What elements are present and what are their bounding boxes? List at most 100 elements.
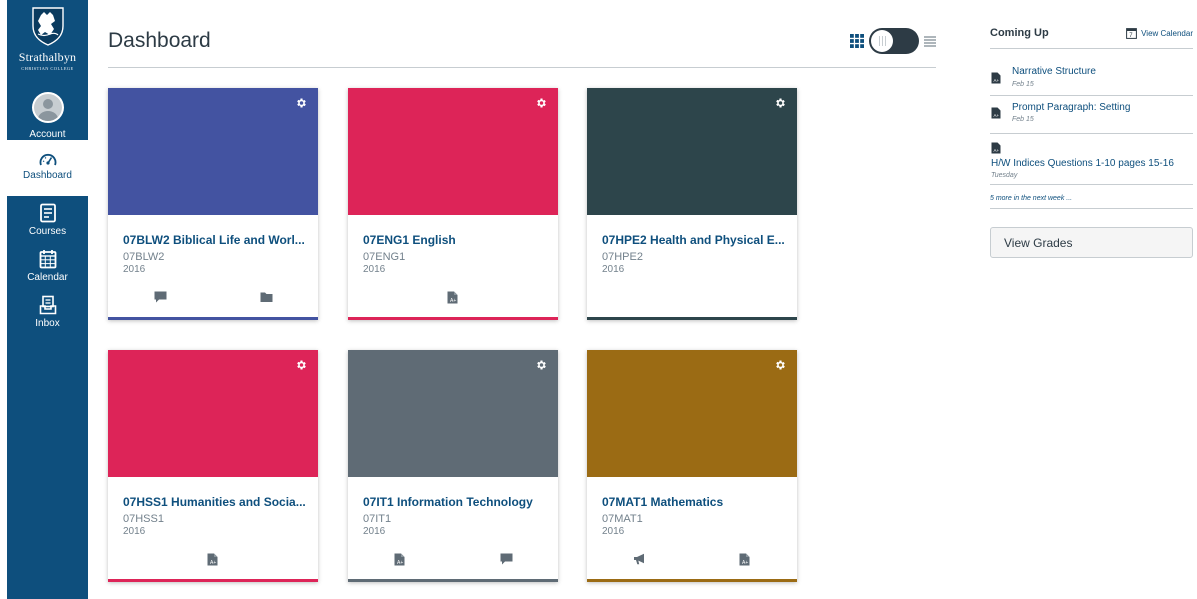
view-toggle-switch[interactable] [869, 28, 919, 54]
nav-item-inbox[interactable]: Inbox [7, 288, 88, 334]
school-name: Strathalbyn [18, 50, 77, 64]
gear-icon[interactable] [295, 97, 307, 109]
view-calendar-label[interactable]: View Calendar [1141, 29, 1193, 38]
course-card[interactable]: 07MAT1 Mathematics 07MAT1 2016 A+ [587, 350, 797, 582]
right-sidebar: Coming Up 7 View Calendar A+ Narrative S… [990, 0, 1197, 599]
course-card-header[interactable] [348, 350, 558, 477]
course-color-bar [587, 317, 797, 320]
assignment-icon: A+ [991, 72, 1001, 84]
dashboard-header: Dashboard [108, 0, 936, 68]
page-title: Dashboard [108, 29, 211, 52]
nav-item-calendar[interactable]: Calendar [7, 242, 88, 288]
course-card-header[interactable] [587, 88, 797, 215]
dashboard-main: Dashboard 07BLW2 Biblical Life and Worl.… [108, 0, 936, 599]
list-view-icon[interactable] [924, 35, 936, 47]
discussions-icon[interactable] [154, 291, 167, 303]
course-code: 07HPE2 [602, 251, 643, 263]
course-card-actions: A+ [587, 553, 797, 571]
course-code: 07BLW2 [123, 251, 165, 263]
course-card[interactable]: 07BLW2 Biblical Life and Worl... 07BLW2 … [108, 88, 318, 320]
files-icon[interactable] [260, 291, 273, 303]
global-navigation: Strathalbyn CHRISTIAN COLLEGE Account Da… [7, 0, 88, 599]
course-title[interactable]: 07HPE2 Health and Physical E... [602, 233, 787, 247]
gear-icon[interactable] [535, 97, 547, 109]
coming-up-item-title[interactable]: Narrative Structure [1012, 66, 1096, 77]
assignment-icon: A+ [991, 107, 1001, 119]
course-card-header[interactable] [348, 88, 558, 215]
assignments-icon[interactable]: A+ [739, 553, 750, 566]
course-card[interactable]: 07IT1 Information Technology 07IT1 2016 … [348, 350, 558, 582]
courses-icon [39, 203, 56, 223]
coming-up-item-title[interactable]: Prompt Paragraph: Setting [1012, 102, 1130, 113]
course-card-actions [108, 291, 318, 309]
course-title[interactable]: 07BLW2 Biblical Life and Worl... [123, 233, 308, 247]
svg-text:A+: A+ [210, 560, 216, 566]
course-term: 2016 [602, 526, 625, 537]
coming-up-item-date: Feb 15 [1012, 116, 1034, 123]
course-card-header[interactable] [108, 88, 318, 215]
course-color-bar [108, 579, 318, 582]
course-title[interactable]: 07HSS1 Humanities and Socia... [123, 495, 308, 509]
course-term: 2016 [602, 264, 625, 275]
calendar-small-icon: 7 [1126, 28, 1138, 39]
dashboard-icon [39, 153, 56, 166]
divider [990, 208, 1193, 209]
gear-icon[interactable] [774, 359, 786, 371]
course-title[interactable]: 07ENG1 English [363, 233, 548, 247]
svg-text:A+: A+ [994, 78, 1000, 83]
svg-text:A+: A+ [450, 298, 456, 304]
assignments-icon[interactable]: A+ [394, 553, 405, 566]
calendar-icon [39, 250, 56, 269]
school-crest-icon [31, 7, 64, 46]
view-calendar-link[interactable]: 7 View Calendar [1126, 27, 1193, 39]
course-card[interactable]: 07HSS1 Humanities and Socia... 07HSS1 20… [108, 350, 318, 582]
more-items-link[interactable]: 5 more in the next week ... [990, 195, 1072, 202]
course-title[interactable]: 07MAT1 Mathematics [602, 495, 787, 509]
course-title[interactable]: 07IT1 Information Technology [363, 495, 548, 509]
nav-item-label: Calendar [27, 272, 68, 283]
view-grades-button[interactable]: View Grades [990, 227, 1193, 258]
announcements-icon[interactable] [633, 553, 646, 565]
nav-item-label: Dashboard [23, 170, 72, 181]
user-avatar-icon [31, 92, 64, 123]
course-card-header[interactable] [587, 350, 797, 477]
course-term: 2016 [363, 264, 386, 275]
course-card-header[interactable] [108, 350, 318, 477]
course-card-actions: A+ [108, 553, 318, 571]
discussions-icon[interactable] [500, 553, 513, 565]
course-card-actions: A+ [348, 553, 558, 571]
svg-text:A+: A+ [742, 560, 748, 566]
gear-icon[interactable] [295, 359, 307, 371]
course-code: 07HSS1 [123, 513, 164, 525]
course-term: 2016 [363, 526, 386, 537]
nav-item-label: Account [29, 129, 66, 140]
course-color-bar [587, 579, 797, 582]
course-color-bar [108, 317, 318, 320]
course-card[interactable]: 07ENG1 English 07ENG1 2016 A+ [348, 88, 558, 320]
coming-up-item[interactable]: A+ Prompt Paragraph: Setting Feb 15 [990, 96, 1193, 134]
nav-item-account[interactable]: Account [7, 80, 88, 140]
gear-icon[interactable] [535, 359, 547, 371]
grid-view-icon[interactable] [850, 34, 864, 48]
course-code: 07MAT1 [602, 513, 643, 525]
coming-up-item[interactable]: A+ Narrative Structure Feb 15 [990, 57, 1193, 96]
course-card[interactable]: 07HPE2 Health and Physical E... 07HPE2 2… [587, 88, 797, 320]
coming-up-header: Coming Up 7 View Calendar [990, 27, 1193, 49]
course-color-bar [348, 317, 558, 320]
assignments-icon[interactable]: A+ [447, 291, 458, 304]
school-logo[interactable]: Strathalbyn CHRISTIAN COLLEGE [7, 0, 88, 80]
course-code: 07IT1 [363, 513, 392, 525]
course-color-bar [348, 579, 558, 582]
course-code: 07ENG1 [363, 251, 406, 263]
coming-up-item-title[interactable]: H/W Indices Questions 1-10 pages 15-16 [991, 158, 1174, 169]
school-subtitle: CHRISTIAN COLLEGE [21, 66, 74, 71]
gear-icon[interactable] [774, 97, 786, 109]
view-toggle[interactable] [850, 28, 936, 54]
coming-up-item-date: Feb 15 [1012, 81, 1034, 88]
coming-up-item[interactable]: A+ H/W Indices Questions 1-10 pages 15-1… [990, 134, 1193, 185]
nav-item-courses[interactable]: Courses [7, 196, 88, 242]
assignments-icon[interactable]: A+ [207, 553, 218, 566]
nav-item-label: Inbox [35, 318, 60, 329]
nav-item-dashboard[interactable]: Dashboard [7, 140, 88, 196]
nav-item-label: Courses [28, 226, 67, 237]
